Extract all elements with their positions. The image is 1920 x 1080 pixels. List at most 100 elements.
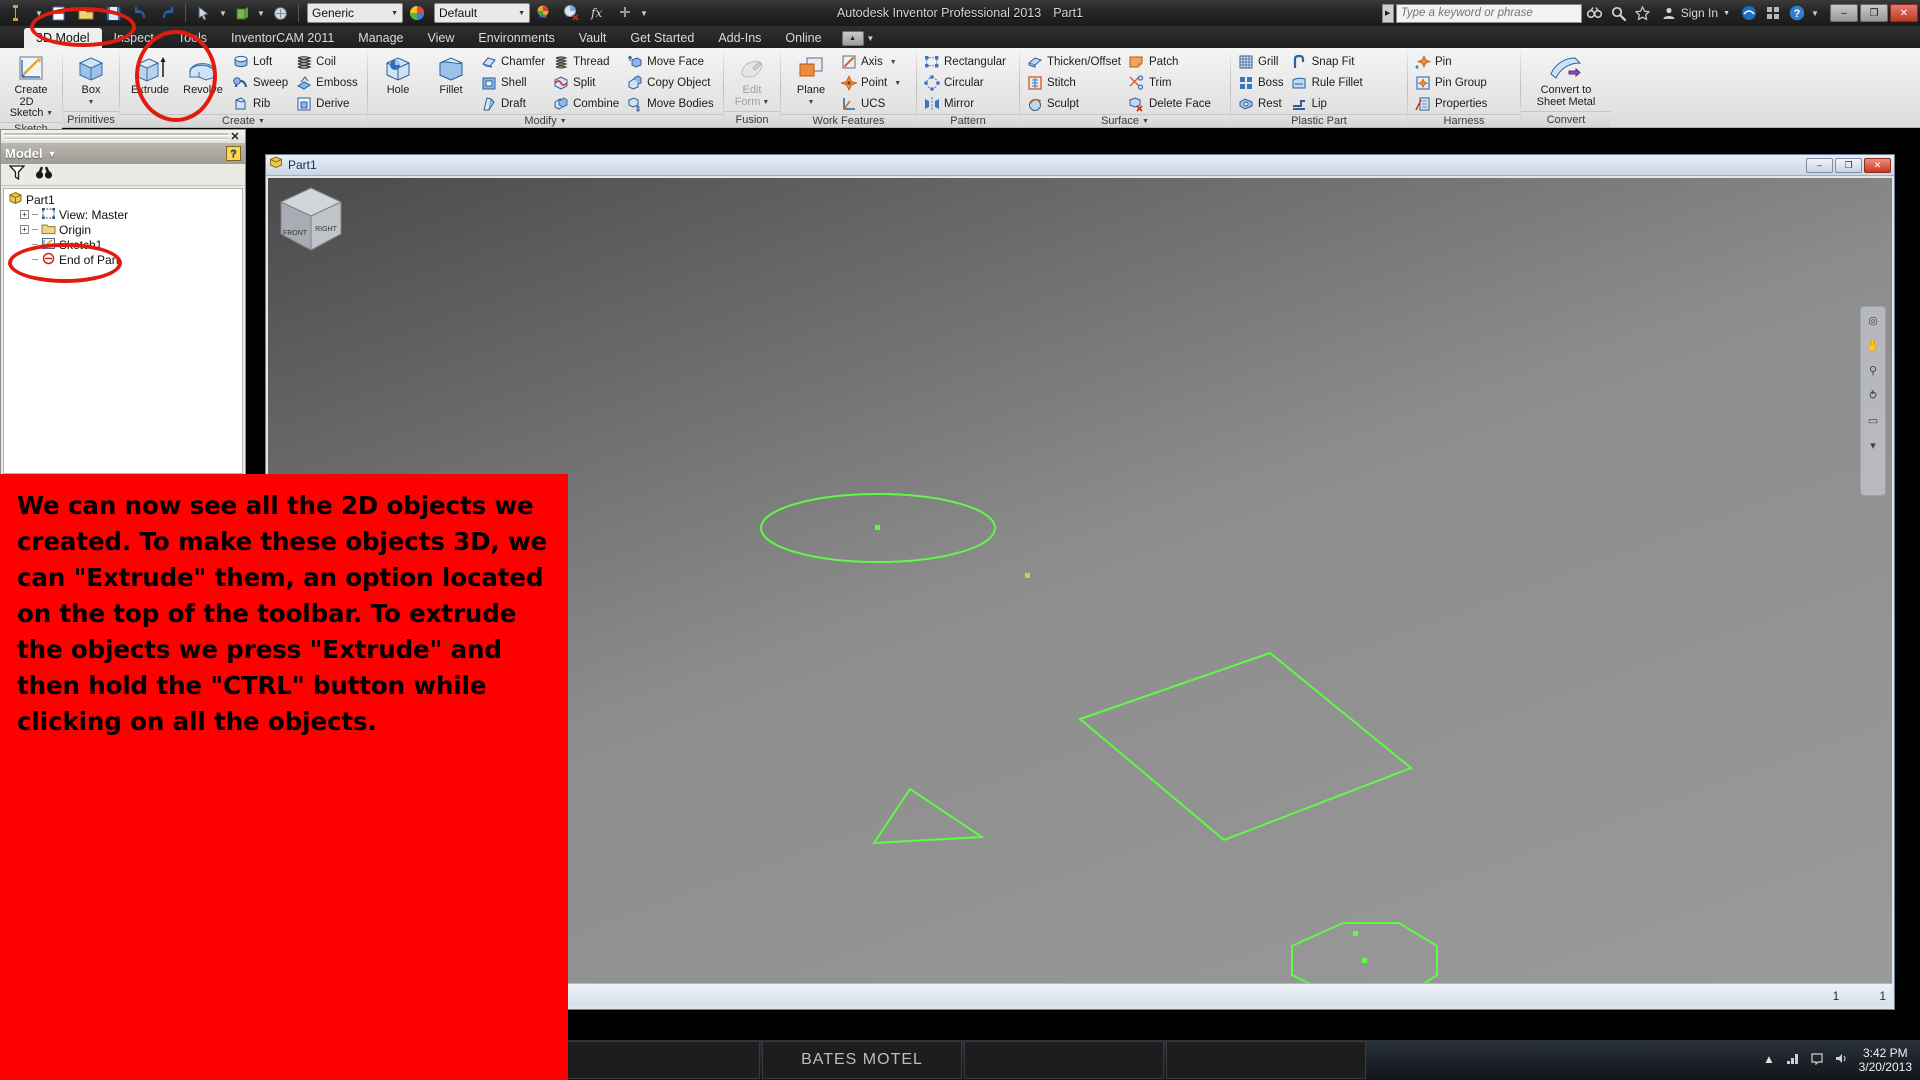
shell-button[interactable]: Shell: [478, 73, 549, 93]
select-caret-icon[interactable]: ▼: [218, 1, 228, 25]
help-search-icon[interactable]: [1584, 2, 1606, 24]
create-2d-sketch-caret-icon[interactable]: ▼: [46, 108, 53, 120]
point-button[interactable]: Point ▼: [838, 73, 905, 93]
ribbon-minimize-control[interactable]: ▲ ▼: [842, 31, 875, 48]
chamfer-button[interactable]: Chamfer: [478, 52, 549, 72]
document-minimize-button[interactable]: –: [1806, 158, 1833, 173]
customize-qat-icon[interactable]: [612, 1, 638, 25]
favorites-star-icon[interactable]: [1632, 2, 1654, 24]
update-button[interactable]: [267, 1, 293, 25]
sculpt-button[interactable]: Sculpt: [1024, 94, 1125, 114]
save-button[interactable]: [100, 1, 126, 25]
circular-pattern-button[interactable]: Circular: [921, 73, 1010, 93]
tab-view[interactable]: View: [415, 28, 466, 48]
return-caret-icon[interactable]: ▼: [256, 1, 266, 25]
taskbar-thumbnail-4[interactable]: [1166, 1041, 1366, 1079]
document-maximize-button[interactable]: ❐: [1835, 158, 1862, 173]
point-caret-icon[interactable]: ▼: [894, 80, 901, 87]
volume-icon[interactable]: [1834, 1052, 1849, 1068]
material-caret-icon[interactable]: ▼: [391, 10, 398, 17]
stitch-button[interactable]: Stitch: [1024, 73, 1125, 93]
undo-button[interactable]: [127, 1, 153, 25]
tab-inventorcam-2011[interactable]: InventorCAM 2011: [219, 28, 346, 48]
tab-online[interactable]: Online: [773, 28, 833, 48]
coil-button[interactable]: Coil: [293, 52, 362, 72]
exchange-apps-icon[interactable]: [1762, 2, 1784, 24]
modify-panel-caret-icon[interactable]: ▼: [560, 118, 567, 125]
application-menu-caret-icon[interactable]: ▼: [34, 1, 44, 25]
rule-fillet-button[interactable]: Rule Fillet: [1289, 73, 1367, 93]
appearance-combo[interactable]: Default ▼: [434, 3, 530, 23]
sign-in-button[interactable]: Sign In ▼: [1656, 6, 1736, 20]
grill-button[interactable]: Grill: [1235, 52, 1288, 72]
redo-button[interactable]: [154, 1, 180, 25]
show-hidden-icons-icon[interactable]: ▲: [1763, 1054, 1774, 1066]
select-button[interactable]: [191, 1, 217, 25]
search-box[interactable]: [1396, 4, 1582, 23]
edit-form-button[interactable]: Edit Form▼: [726, 51, 778, 110]
derive-button[interactable]: Derive: [293, 94, 362, 114]
surface-panel-caret-icon[interactable]: ▼: [1142, 118, 1149, 125]
nav-expand-icon[interactable]: ▾: [1864, 437, 1882, 453]
mirror-button[interactable]: Mirror: [921, 94, 1010, 114]
maximize-button[interactable]: ❐: [1860, 4, 1888, 22]
plane-button[interactable]: Plane ▼: [785, 51, 837, 110]
qat-overflow-caret-icon[interactable]: ▼: [639, 1, 649, 25]
patch-button[interactable]: Patch: [1126, 52, 1215, 72]
tree-node-origin[interactable]: + Origin: [6, 222, 240, 237]
box-caret-icon[interactable]: ▼: [88, 97, 95, 109]
expand-icon-origin[interactable]: +: [20, 225, 29, 234]
boss-button[interactable]: Boss: [1235, 73, 1288, 93]
browser-help-button[interactable]: ?: [226, 146, 241, 161]
new-button[interactable]: [46, 1, 72, 25]
move-bodies-button[interactable]: Move Bodies: [624, 94, 717, 114]
taskbar-clock[interactable]: 3:42 PM 3/20/2013: [1859, 1046, 1912, 1074]
axis-caret-icon[interactable]: ▼: [890, 59, 897, 66]
box-button[interactable]: Box ▼: [65, 51, 117, 110]
application-menu-button[interactable]: [0, 0, 34, 26]
tab-get-started[interactable]: Get Started: [618, 28, 706, 48]
delete-face-button[interactable]: Delete Face: [1126, 94, 1215, 114]
action-center-icon[interactable]: [1810, 1052, 1824, 1068]
appearance-caret-icon[interactable]: ▼: [518, 10, 525, 17]
copy-object-button[interactable]: Copy Object: [624, 73, 717, 93]
filter-icon[interactable]: [9, 165, 25, 185]
plane-caret-icon[interactable]: ▼: [808, 97, 815, 109]
ribbon-minimize-icon[interactable]: ▲: [842, 31, 864, 46]
rectangular-pattern-button[interactable]: Rectangular: [921, 52, 1010, 72]
open-button[interactable]: [73, 1, 99, 25]
binoculars-icon[interactable]: [35, 165, 53, 185]
zoom-icon[interactable]: ⚲: [1864, 362, 1882, 378]
tab-environments[interactable]: Environments: [466, 28, 566, 48]
help-caret-icon[interactable]: ▼: [1810, 1, 1820, 25]
view-cube[interactable]: FRONT RIGHT: [268, 178, 354, 264]
split-button[interactable]: Split: [550, 73, 623, 93]
adjust-appearance-icon[interactable]: [531, 1, 557, 25]
tree-node-sketch1[interactable]: Sketch1: [6, 237, 240, 252]
properties-button[interactable]: Properties: [1412, 94, 1491, 114]
revolve-button[interactable]: Revolve: [177, 51, 229, 99]
extrude-button[interactable]: Extrude: [124, 51, 176, 99]
move-face-button[interactable]: Move Face: [624, 52, 717, 72]
tab-vault[interactable]: Vault: [567, 28, 619, 48]
orbit-icon[interactable]: ⥁: [1864, 387, 1882, 403]
tab-manage[interactable]: Manage: [346, 28, 415, 48]
look-at-icon[interactable]: ▭: [1864, 412, 1882, 428]
taskbar-thumbnail-2[interactable]: BATES MOTEL: [762, 1041, 962, 1079]
fillet-button[interactable]: Fillet: [425, 51, 477, 99]
close-button[interactable]: ✕: [1890, 4, 1918, 22]
search-prev-icon[interactable]: ▶: [1382, 4, 1394, 23]
expand-icon-view-master[interactable]: +: [20, 210, 29, 219]
taskbar-thumbnail-3[interactable]: [964, 1041, 1164, 1079]
document-close-button[interactable]: ✕: [1864, 158, 1891, 173]
browser-drag-grip[interactable]: ✕: [1, 130, 245, 143]
tree-node-part1[interactable]: Part1: [6, 192, 240, 207]
taskbar-thumbnail-1[interactable]: [560, 1041, 760, 1079]
lip-button[interactable]: Lip: [1289, 94, 1367, 114]
tab-tools[interactable]: Tools: [166, 28, 219, 48]
tree-node-end-of-part[interactable]: End of Part: [6, 252, 240, 267]
return-button[interactable]: [229, 1, 255, 25]
pin-button[interactable]: Pin: [1412, 52, 1491, 72]
snap-fit-button[interactable]: Snap Fit: [1289, 52, 1367, 72]
draft-button[interactable]: Draft: [478, 94, 549, 114]
